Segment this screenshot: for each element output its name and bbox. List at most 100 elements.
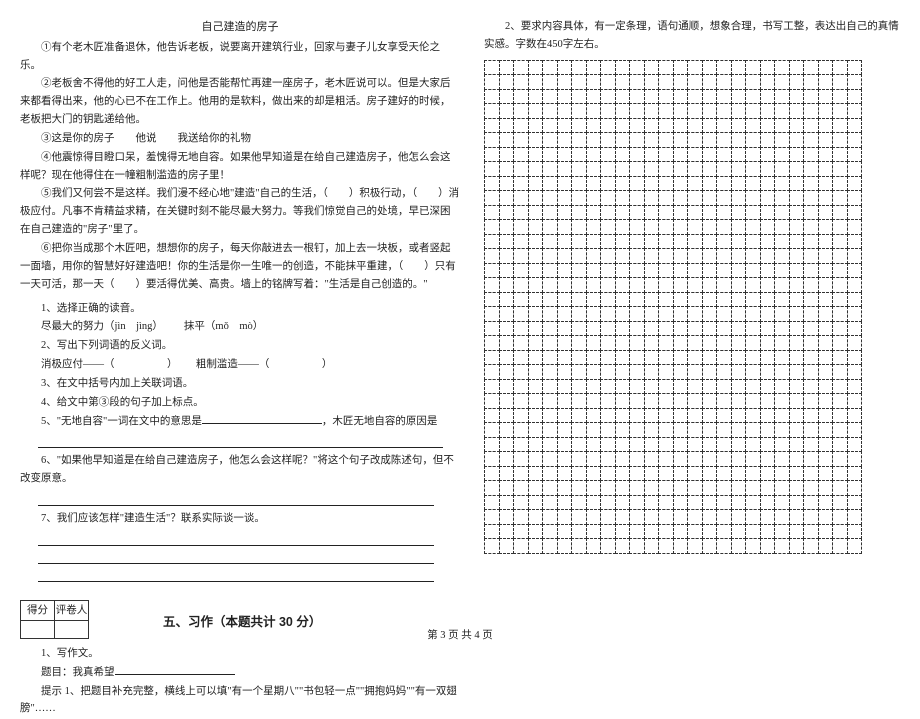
grid-cell[interactable] — [629, 89, 645, 105]
grid-cell[interactable] — [745, 393, 761, 409]
grid-cell[interactable] — [600, 277, 616, 293]
grid-cell[interactable] — [731, 219, 747, 235]
grid-cell[interactable] — [528, 89, 544, 105]
grid-cell[interactable] — [731, 118, 747, 134]
grid-cell[interactable] — [557, 74, 573, 90]
grid-cell[interactable] — [586, 248, 602, 264]
grid-cell[interactable] — [658, 321, 674, 337]
grid-cell[interactable] — [760, 132, 776, 148]
grid-cell[interactable] — [832, 263, 848, 279]
grid-cell[interactable] — [760, 161, 776, 177]
grid-cell[interactable] — [644, 205, 660, 221]
grid-cell[interactable] — [528, 248, 544, 264]
grid-cell[interactable] — [687, 74, 703, 90]
grid-cell[interactable] — [629, 74, 645, 90]
grid-cell[interactable] — [818, 408, 834, 424]
grid-cell[interactable] — [774, 466, 790, 482]
grid-cell[interactable] — [557, 306, 573, 322]
grid-cell[interactable] — [687, 480, 703, 496]
grid-cell[interactable] — [571, 437, 587, 453]
grid-cell[interactable] — [644, 74, 660, 90]
grid-cell[interactable] — [600, 248, 616, 264]
grid-cell[interactable] — [542, 60, 558, 76]
grid-cell[interactable] — [513, 422, 529, 438]
grid-cell[interactable] — [499, 393, 515, 409]
grid-cell[interactable] — [760, 190, 776, 206]
grid-cell[interactable] — [600, 509, 616, 525]
grid-cell[interactable] — [557, 451, 573, 467]
grid-cell[interactable] — [484, 248, 500, 264]
grid-cell[interactable] — [731, 60, 747, 76]
grid-cell[interactable] — [716, 103, 732, 119]
grid-cell[interactable] — [847, 263, 863, 279]
grid-cell[interactable] — [615, 176, 631, 192]
grid-cell[interactable] — [499, 466, 515, 482]
grid-cell[interactable] — [542, 205, 558, 221]
grid-cell[interactable] — [745, 132, 761, 148]
grid-cell[interactable] — [745, 118, 761, 134]
grid-cell[interactable] — [818, 422, 834, 438]
grid-cell[interactable] — [513, 350, 529, 366]
grid-cell[interactable] — [658, 147, 674, 163]
grid-cell[interactable] — [658, 176, 674, 192]
grid-cell[interactable] — [803, 219, 819, 235]
grid-cell[interactable] — [629, 234, 645, 250]
grid-cell[interactable] — [528, 451, 544, 467]
grid-cell[interactable] — [818, 248, 834, 264]
grid-cell[interactable] — [702, 364, 718, 380]
grid-cell[interactable] — [615, 364, 631, 380]
grid-cell[interactable] — [600, 161, 616, 177]
grid-cell[interactable] — [774, 190, 790, 206]
grid-cell[interactable] — [484, 335, 500, 351]
grid-cell[interactable] — [847, 277, 863, 293]
grid-cell[interactable] — [789, 379, 805, 395]
grid-cell[interactable] — [499, 524, 515, 540]
grid-cell[interactable] — [600, 379, 616, 395]
grid-cell[interactable] — [760, 292, 776, 308]
grid-cell[interactable] — [513, 219, 529, 235]
grid-cell[interactable] — [557, 103, 573, 119]
grid-cell[interactable] — [789, 393, 805, 409]
grid-cell[interactable] — [687, 132, 703, 148]
grid-cell[interactable] — [803, 437, 819, 453]
grid-cell[interactable] — [847, 147, 863, 163]
grid-cell[interactable] — [731, 408, 747, 424]
grid-cell[interactable] — [847, 509, 863, 525]
grid-cell[interactable] — [789, 335, 805, 351]
grid-cell[interactable] — [600, 350, 616, 366]
grid-cell[interactable] — [832, 538, 848, 554]
grid-cell[interactable] — [760, 422, 776, 438]
grid-cell[interactable] — [789, 234, 805, 250]
grid-cell[interactable] — [513, 538, 529, 554]
grid-cell[interactable] — [542, 524, 558, 540]
grid-cell[interactable] — [600, 306, 616, 322]
grid-cell[interactable] — [716, 306, 732, 322]
grid-cell[interactable] — [789, 263, 805, 279]
grid-cell[interactable] — [760, 538, 776, 554]
grid-cell[interactable] — [716, 118, 732, 134]
grid-cell[interactable] — [789, 350, 805, 366]
grid-cell[interactable] — [542, 393, 558, 409]
grid-cell[interactable] — [774, 524, 790, 540]
grid-cell[interactable] — [731, 277, 747, 293]
grid-cell[interactable] — [832, 466, 848, 482]
grid-cell[interactable] — [484, 219, 500, 235]
grid-cell[interactable] — [499, 190, 515, 206]
grid-cell[interactable] — [760, 118, 776, 134]
grid-cell[interactable] — [499, 74, 515, 90]
grid-cell[interactable] — [484, 89, 500, 105]
grid-cell[interactable] — [847, 321, 863, 337]
grid-cell[interactable] — [600, 292, 616, 308]
grid-cell[interactable] — [513, 509, 529, 525]
grid-cell[interactable] — [658, 161, 674, 177]
grid-cell[interactable] — [571, 451, 587, 467]
grid-cell[interactable] — [600, 103, 616, 119]
grid-cell[interactable] — [760, 219, 776, 235]
grid-cell[interactable] — [586, 321, 602, 337]
grid-cell[interactable] — [513, 306, 529, 322]
grid-cell[interactable] — [847, 408, 863, 424]
grid-cell[interactable] — [658, 74, 674, 90]
grid-cell[interactable] — [571, 277, 587, 293]
grid-cell[interactable] — [687, 364, 703, 380]
grid-cell[interactable] — [600, 234, 616, 250]
